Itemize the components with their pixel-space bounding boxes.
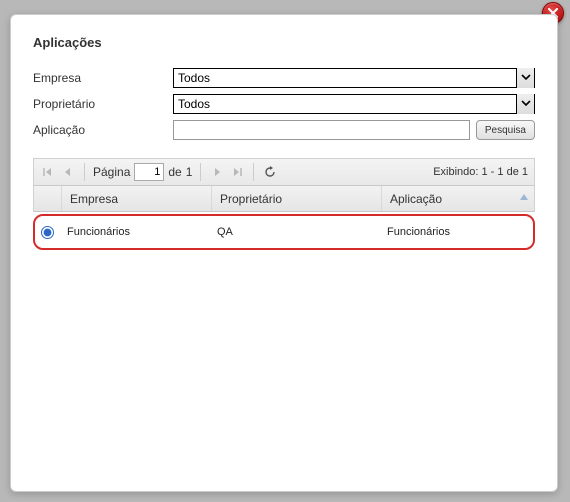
toolbar-separator: [84, 163, 85, 181]
column-proprietario[interactable]: Proprietário: [212, 186, 382, 211]
dialog-title: Aplicações: [33, 35, 535, 50]
of-label: de: [168, 165, 181, 179]
prev-page-icon[interactable]: [60, 164, 76, 180]
proprietario-label: Proprietário: [33, 97, 173, 111]
chevron-down-icon: [516, 68, 534, 88]
table-row[interactable]: Funcionários QA Funcionários: [33, 214, 535, 250]
last-page-icon[interactable]: [229, 164, 245, 180]
empresa-label: Empresa: [33, 71, 173, 85]
column-empresa[interactable]: Empresa: [62, 186, 212, 211]
aplicacao-input[interactable]: [173, 120, 470, 140]
next-page-icon[interactable]: [209, 164, 225, 180]
cell-proprietario: QA: [209, 226, 379, 238]
aplicacao-label: Aplicação: [33, 123, 173, 137]
empresa-select-value: Todos: [178, 71, 210, 85]
toolbar-separator: [200, 163, 201, 181]
first-page-icon[interactable]: [40, 164, 56, 180]
column-select: [34, 186, 62, 211]
column-aplicacao[interactable]: Aplicação: [382, 186, 534, 211]
chevron-down-icon: [516, 94, 534, 114]
empresa-select[interactable]: Todos: [173, 68, 535, 88]
form-row-empresa: Empresa Todos: [33, 68, 535, 88]
page-label: Página: [93, 165, 130, 179]
form-row-proprietario: Proprietário Todos: [33, 94, 535, 114]
search-button-label: Pesquisa: [485, 125, 526, 136]
page-input[interactable]: [134, 163, 164, 181]
grid-body: Funcionários QA Funcionários: [33, 214, 535, 478]
toolbar-separator: [253, 163, 254, 181]
search-button[interactable]: Pesquisa: [476, 120, 535, 140]
total-pages: 1: [186, 165, 193, 179]
column-empresa-label: Empresa: [70, 192, 118, 206]
form-row-aplicacao: Aplicação Pesquisa: [33, 120, 535, 140]
grid-header: Empresa Proprietário Aplicação: [33, 186, 535, 212]
column-aplicacao-label: Aplicação: [390, 192, 442, 206]
display-info: Exibindo: 1 - 1 de 1: [433, 166, 528, 178]
dialog: Aplicações Empresa Todos Proprietário To…: [10, 14, 558, 492]
row-radio[interactable]: [41, 226, 54, 239]
filter-form: Empresa Todos Proprietário Todos: [33, 68, 535, 140]
proprietario-select[interactable]: Todos: [173, 94, 535, 114]
cell-aplicacao: Funcionários: [379, 226, 533, 238]
sort-asc-icon: [520, 194, 528, 200]
proprietario-select-value: Todos: [178, 97, 210, 111]
cell-empresa: Funcionários: [59, 226, 209, 238]
pagination-toolbar: Página de 1 Exibindo: 1 - 1 de 1: [33, 158, 535, 186]
column-proprietario-label: Proprietário: [220, 192, 282, 206]
refresh-icon[interactable]: [262, 164, 278, 180]
